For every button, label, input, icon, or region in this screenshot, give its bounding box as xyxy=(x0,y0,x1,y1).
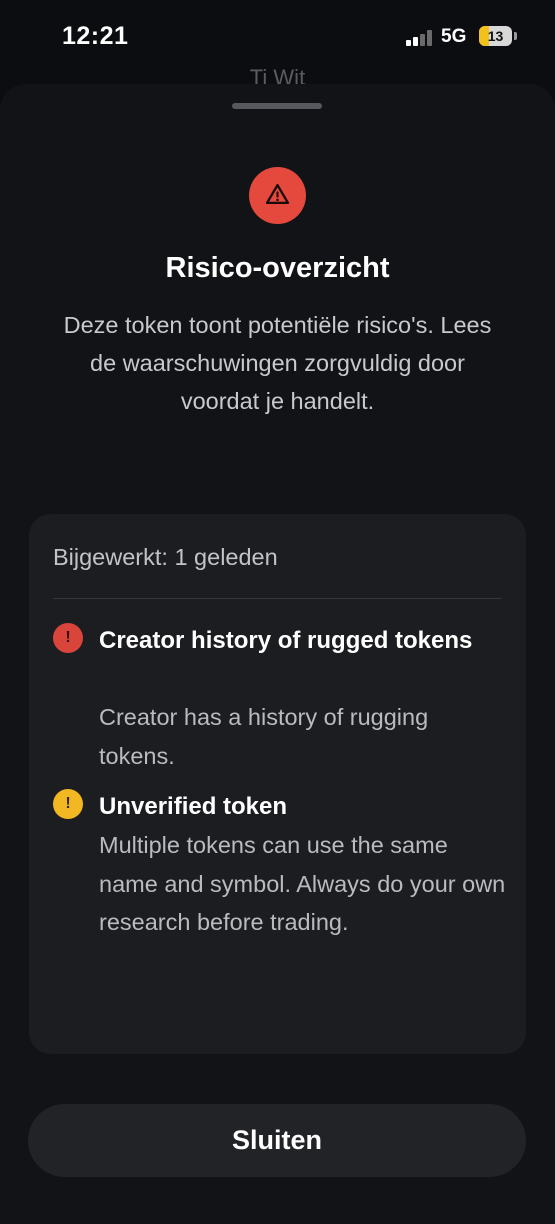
battery-icon: 13 xyxy=(479,26,512,46)
sheet-grabber[interactable] xyxy=(232,103,322,109)
battery-percentage: 13 xyxy=(487,28,504,44)
status-bar: 12:21 5G 13 xyxy=(0,0,555,75)
updated-label: Bijgewerkt: 1 geleden xyxy=(53,544,278,570)
sheet-title: Risico-overzicht xyxy=(165,252,390,284)
close-button[interactable]: Sluiten xyxy=(28,1104,526,1177)
warning-triangle-icon xyxy=(265,183,290,204)
network-type: 5G xyxy=(441,26,467,47)
exclamation-icon: ! xyxy=(53,789,83,819)
exclamation-icon: ! xyxy=(53,623,83,653)
risk-card: Bijgewerkt: 1 geleden ! Creator history … xyxy=(29,514,526,1054)
risk-description: Multiple tokens can use the same name an… xyxy=(99,832,506,935)
divider xyxy=(53,598,502,599)
status-time: 12:21 xyxy=(62,22,129,50)
warning-badge xyxy=(249,167,306,224)
signal-icon xyxy=(406,30,434,46)
risk-title: Unverified token xyxy=(99,793,288,820)
risk-description: Creator has a history of rugging tokens. xyxy=(99,704,429,769)
sheet-description: Deze token toont potentiële risico's. Le… xyxy=(63,312,492,414)
battery-tip xyxy=(514,32,517,40)
risk-overview-sheet: Risico-overzicht Deze token toont potent… xyxy=(0,84,555,1224)
risk-title: Creator history of rugged tokens xyxy=(99,627,473,654)
